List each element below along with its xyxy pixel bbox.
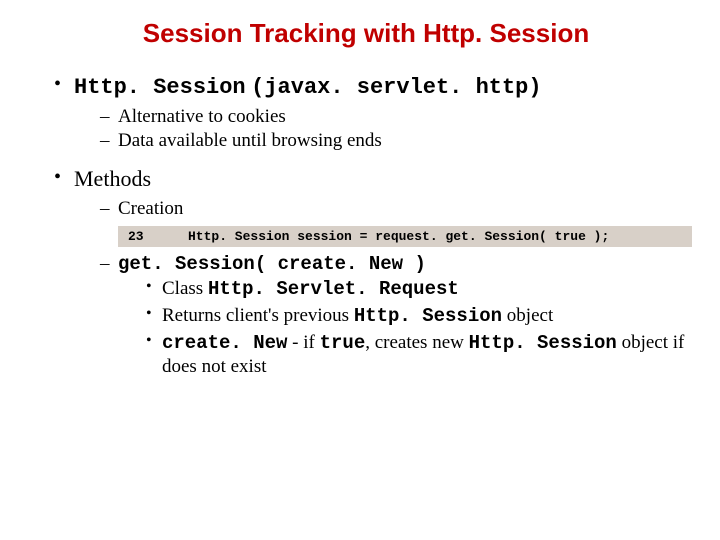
sub-creation: Creation: [100, 198, 692, 220]
item-returns: Returns client's previous Http. Session …: [146, 304, 692, 329]
bullet-httpsession: Http. Session (javax. servlet. http) Alt…: [54, 73, 692, 152]
code-line-number: 23: [128, 229, 188, 244]
code-block: 23Http. Session session = request. get. …: [118, 226, 692, 247]
sub-data-available: Data available until browsing ends: [100, 130, 692, 152]
sub-alternative: Alternative to cookies: [100, 106, 692, 128]
getsession-signature: get. Session( create. New ): [118, 253, 426, 275]
sub-getsession: get. Session( create. New ) Class Http. …: [100, 253, 692, 379]
item-class: Class Http. Servlet. Request: [146, 277, 692, 302]
bullet-methods: Methods Creation 23Http. Session session…: [54, 166, 692, 379]
code-text: Http. Session session = request. get. Se…: [188, 229, 609, 244]
methods-label: Methods: [74, 166, 151, 191]
bullet-list: Http. Session (javax. servlet. http) Alt…: [40, 73, 692, 379]
httpsession-class: Http. Session: [74, 75, 246, 100]
slide-title: Session Tracking with Http. Session: [40, 18, 692, 49]
item-createnew: create. New - if true, creates new Http.…: [146, 331, 692, 380]
httpsession-package: (javax. servlet. http): [251, 75, 541, 100]
